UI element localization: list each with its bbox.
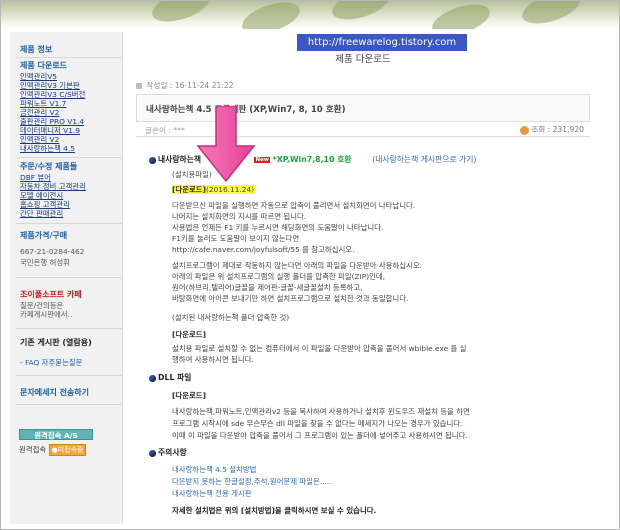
offline-badge: ●미접속중	[48, 444, 87, 456]
sidebar-item-custom[interactable]: 간단 판매관리	[20, 208, 63, 219]
watermark-url: http://freewarelog.tistory.com	[297, 34, 467, 51]
phone-number: 667-21-0284-462	[20, 247, 85, 256]
leaf-decoration	[238, 1, 304, 29]
setup-download-link[interactable]: [다운로드]	[172, 185, 206, 194]
leaf-decoration	[518, 1, 584, 29]
smile-icon	[520, 125, 530, 135]
leaf-decoration	[148, 1, 214, 28]
divider	[16, 277, 122, 278]
bullet-icon	[149, 156, 156, 164]
page-title: 제품 다운로드	[335, 54, 391, 65]
setup-download-date: (2016.11.24)	[205, 185, 257, 194]
divider	[16, 328, 122, 329]
cafe-title[interactable]: 조이풀소프트 카페	[20, 289, 82, 300]
desc-line: 원어(하브리,텔리어)글꼴을 제어판-글꼴-새글꼴설치 등록하고,	[172, 283, 363, 292]
offline-badge-label: 미접속중	[57, 446, 84, 454]
zip-label: (설치된 내사랑하는책 폴더 압축한 것)	[172, 313, 290, 322]
download-title[interactable]: 제품 다운로드	[20, 60, 67, 71]
notes-heading: 주의사항	[149, 447, 187, 458]
bullet-icon	[149, 374, 156, 382]
dll-download-link[interactable]: [다운로드]	[172, 390, 206, 401]
product-info-title[interactable]: 제품 정보	[20, 44, 52, 55]
divider	[16, 404, 122, 405]
dll-desc: 프로그램 시작시에 sde 무슨무슨 dll 파일을 찾을 수 없다는 메세지가…	[172, 419, 463, 428]
view-count: 조회 : 231,920	[520, 124, 584, 135]
post-meta: 작성일 : 16-11-24 21:22	[136, 80, 590, 91]
bullet-icon	[149, 449, 156, 457]
sidebar-item-download[interactable]: 내사랑하는책 4.5	[20, 143, 75, 154]
notes-title: 주의사항	[158, 448, 187, 457]
board-title[interactable]: 기존 게시판 (열람용)	[20, 337, 92, 348]
dll-heading: DLL 파일	[149, 372, 191, 383]
dll-desc: 내사랑하는책,파워노트,인맥관리v2 등을 복사하여 사용하거나 설치후 윈도우…	[172, 407, 470, 416]
compat-text: *XP,Win7,8,10 호환	[272, 155, 352, 164]
cafe-desc: 카페게시판에서..	[20, 310, 73, 319]
divider	[16, 57, 122, 58]
desc-line: 나머지는 설치화면의 지시를 따르면 됩니다.	[172, 212, 307, 221]
view-count-text: 조회 : 231,920	[531, 125, 584, 134]
price-title[interactable]: 제품가격/구매	[20, 230, 67, 241]
faq-link[interactable]: - FAQ 자주묻는질문	[20, 357, 82, 368]
divider	[16, 223, 122, 224]
divider	[16, 157, 122, 158]
remote-support-button[interactable]: 원격접속 A/S	[19, 429, 93, 440]
notes-link[interactable]: 내사랑하는책 전용 게시판	[172, 488, 252, 499]
leaf-decoration	[328, 1, 394, 26]
desc-line: 사용법은 언제든 F1 키를 누르시면 해당화면의 도움말이 나타납니다.	[172, 223, 384, 232]
bank-account: 국민은행 허성휘	[20, 258, 70, 267]
online-status: 원격접속 ●미접속중	[19, 444, 87, 456]
zip-desc: 행하여 사용하시면 됩니다.	[172, 355, 254, 364]
divider	[16, 375, 122, 376]
desc-line: 바탕화면에 아이콘 보내기만 하면 설치프로그램으로 설치한 것과 동일합니다.	[172, 294, 409, 303]
heading-title: 내사랑하는책	[158, 155, 202, 164]
desc-line: 설치프로그램이 제대로 작동하지 않는다면 아래의 파일을 다운받아 사용하십시…	[172, 261, 422, 270]
zip-download-link[interactable]: [다운로드]	[172, 329, 206, 340]
leaf-decoration	[428, 1, 494, 29]
zip-desc: 설치용 파일로 설치할 수 없는 컴퓨터에서 이 파일을 다운받아 압축을 풀어…	[172, 344, 467, 353]
notes-link[interactable]: 내사랑하는책 4.5 설치방법	[172, 464, 256, 475]
setup-download-row: [다운로드](2016.11.24)	[172, 184, 257, 195]
pink-arrow-icon	[196, 106, 256, 182]
desc-line: 다운받으신 파일을 실행하면 자동으로 압축이 풀리면서 설치화면이 나타납니다…	[172, 201, 416, 210]
post-date: 작성일 : 16-11-24 21:22	[146, 81, 234, 90]
message-title[interactable]: 문자메세지 전송하기	[20, 387, 89, 398]
post-author: 글쓴이 : ***	[145, 126, 185, 135]
dll-desc: 이때 이 파일을 다운받아 압축을 풀어서 그 프로그램이 있는 폴더에 넣어주…	[172, 431, 468, 440]
header-banner	[1, 1, 619, 29]
dll-title: DLL 파일	[158, 373, 192, 382]
new-badge: New	[254, 157, 270, 163]
desc-line: F1키를 눌러도 도움말이 보이지 않는다면	[172, 234, 300, 243]
footer-note: 자세한 설치법은 위의 [설치방법]을 클릭하시면 보실 수 있습니다.	[172, 506, 377, 515]
custom-title[interactable]: 주문/수정 제품들	[20, 161, 77, 172]
online-label: 원격접속	[19, 445, 47, 454]
desc-line: 아래의 파일은 위 설치프로그램의 실행 폴더를 압축한 파일(ZIP)인데,	[172, 272, 386, 281]
board-link[interactable]: (내사랑하는책 게시판으로 가기)	[372, 155, 476, 164]
cafe-help-link[interactable]: http://cafe.naver.com/joyfulsoft/55 를 참고…	[172, 244, 354, 255]
notes-link[interactable]: 다운받지 못하는 한글설정,주석,원어문제 파일은.....	[172, 476, 331, 487]
calendar-icon	[136, 83, 142, 89]
